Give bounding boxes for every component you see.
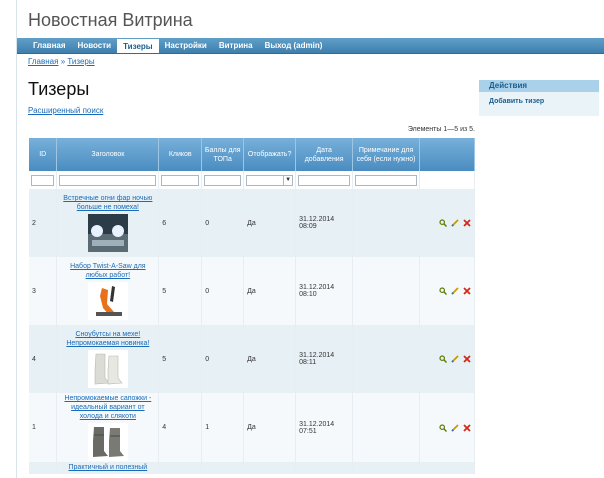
column-header-clicks[interactable]: Кликов [158,138,203,171]
table-row: 4 Сноубутсы на мехе! Непромокаемая новин… [29,325,475,393]
table-row: Практичный и полезный [29,462,475,474]
cell-note [352,189,420,257]
teaser-title-link[interactable]: Встречные огни фар ночью больше не помех… [60,194,155,212]
cell-show: Да [243,325,297,393]
teaser-title-link[interactable]: Практичный и полезный [60,463,155,472]
nav-item-home[interactable]: Главная [27,38,72,53]
delete-icon[interactable] [463,219,471,227]
edit-icon[interactable] [451,355,459,363]
cell-note [352,257,420,325]
nav-item-logout[interactable]: Выход (admin) [259,38,329,53]
cell-show: Да [243,189,297,257]
nav-item-teasers[interactable]: Тизеры [117,39,159,53]
gray-boots-thumbnail[interactable] [87,423,128,461]
teaser-title-link[interactable]: Сноубутсы на мехе! Непромокаемая новинка… [60,330,155,348]
white-boots-thumbnail[interactable] [87,350,128,388]
table-row: 2 Встречные огни фар ночью больше не пом… [29,189,475,257]
delete-icon[interactable] [463,287,471,295]
filter-id-input[interactable] [31,174,55,186]
column-header-note[interactable]: Примечание для себя (если нужно) [352,138,420,171]
table-row: 3 Набор Twist-A-Saw для любых работ! 5 0… [29,257,475,325]
cell-date: 31.12.2014 08:11 [295,325,354,393]
column-header-date[interactable]: Дата добавления [295,138,354,171]
table-row: 1 Непромокаемые сапожки - идеальный вари… [29,393,475,462]
cell-score: 0 [201,189,245,257]
view-icon[interactable] [439,287,448,295]
filter-clicks-input[interactable] [161,174,200,186]
breadcrumb-current-link[interactable]: Тизеры [67,57,94,66]
teaser-title-link[interactable]: Непромокаемые сапожки - идеальный вариан… [60,394,155,421]
filter-score-input[interactable] [204,174,242,186]
view-icon[interactable] [439,219,448,227]
breadcrumb-separator: » [60,57,66,66]
filter-show-select[interactable]: ▼ [246,174,294,186]
filter-row: ▼ [29,171,475,189]
filter-title-input[interactable] [59,174,157,186]
delete-icon[interactable] [463,423,471,432]
cell-id: 2 [29,189,58,257]
column-header-title[interactable]: Заголовок [56,138,160,171]
teasers-table: ID Заголовок Кликов Баллы для ТОПа Отобр… [29,138,475,474]
cell-id: 3 [29,257,58,325]
cell-clicks: 6 [158,189,203,257]
results-summary: Элементы 1—5 из 5. [407,126,475,133]
cell-show: Да [243,393,297,462]
cell-score: 0 [201,257,245,325]
column-header-show[interactable]: Отображать? [243,138,297,171]
cell-score: 1 [201,393,245,462]
page-title: Тизеры [28,79,90,99]
cell-id: 1 [29,393,58,462]
actions-sidebar: Действия Добавить тизер [479,80,599,116]
cell-date: 31.12.2014 08:10 [295,257,354,325]
cell-clicks: 5 [158,325,203,393]
site-title: Новостная Витрина [28,10,193,30]
view-icon[interactable] [439,355,448,363]
filter-date-input[interactable] [298,174,351,186]
cell-date: 31.12.2014 07:51 [295,393,354,462]
edit-icon[interactable] [451,287,459,295]
advanced-search-link[interactable]: Расширенный поиск [28,106,103,115]
breadcrumb: Главная » Тизеры [28,57,95,66]
view-icon[interactable] [439,423,448,432]
nav-item-news[interactable]: Новости [72,38,118,53]
main-navbar: Главная Новости Тизеры Настройки Витрина… [17,38,604,54]
sidebar-heading: Действия [479,80,599,92]
cell-id: 4 [29,325,58,393]
edit-icon[interactable] [451,423,459,432]
cell-clicks: 4 [158,393,203,462]
cell-show: Да [243,257,297,325]
cell-score: 0 [201,325,245,393]
breadcrumb-home-link[interactable]: Главная [28,57,58,66]
cell-note [352,393,420,462]
column-header-score[interactable]: Баллы для ТОПа [201,138,245,171]
chevron-down-icon: ▼ [283,175,292,185]
filter-note-input[interactable] [355,174,417,186]
cell-date: 31.12.2014 08:09 [295,189,354,257]
page-container: Новостная Витрина Главная Новости Тизеры… [16,0,604,478]
cell-note [352,325,420,393]
nav-item-settings[interactable]: Настройки [159,38,213,53]
teaser-title-link[interactable]: Набор Twist-A-Saw для любых работ! [60,262,155,280]
headlights-thumbnail[interactable] [87,214,128,252]
column-header-id[interactable]: ID [29,138,58,171]
add-teaser-link[interactable]: Добавить тизер [479,92,599,111]
delete-icon[interactable] [463,355,471,363]
nav-item-showcase[interactable]: Витрина [213,38,259,53]
saw-thumbnail[interactable] [87,282,128,320]
edit-icon[interactable] [451,219,459,227]
column-header-actions [419,138,475,171]
cell-clicks: 5 [158,257,203,325]
